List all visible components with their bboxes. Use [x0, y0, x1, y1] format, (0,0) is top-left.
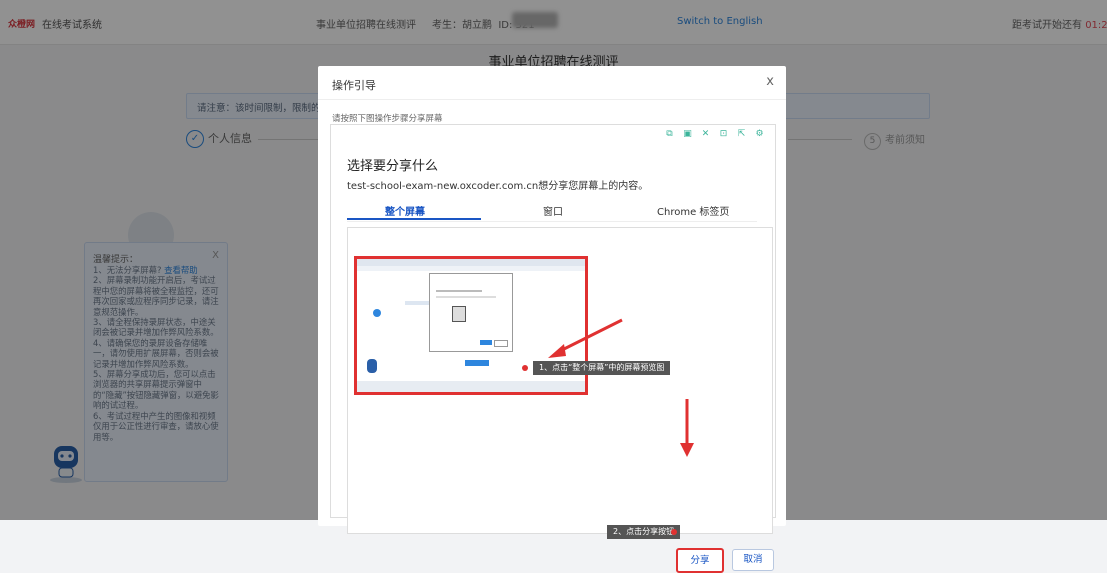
thumb-robot: [367, 359, 377, 373]
modal-title: 操作引导: [332, 79, 376, 92]
save-icon: ▣: [683, 129, 692, 139]
export-icon: ⇱: [737, 129, 746, 139]
share-tabs: 整个屏幕 窗口 Chrome 标签页: [347, 201, 757, 222]
screen-preview-area: 1、点击“整个屏幕”中的屏幕预览图 2、点击分享按钮: [347, 227, 773, 539]
thumb-button: [494, 340, 508, 347]
thumb-line: [436, 296, 496, 298]
thumb-button: [480, 340, 492, 345]
share-button[interactable]: 分享: [676, 548, 724, 573]
thumb-address-bar: [357, 266, 585, 271]
arrow-icon: [548, 318, 623, 358]
settings-icon: ⚙: [755, 129, 764, 139]
frame-icon: ⊡: [719, 129, 728, 139]
dialog-heading: 选择要分享什么: [347, 159, 439, 174]
marker-dot: [522, 365, 528, 371]
tab-window[interactable]: 窗口: [543, 203, 563, 218]
thumb-button: [465, 360, 489, 366]
step2-callout: 2、点击分享按钮: [607, 525, 681, 539]
copy-icon: ⧉: [666, 129, 673, 139]
modal-instruction: 请按照下图操作步骤分享屏幕: [332, 114, 443, 124]
close-icon[interactable]: x: [766, 74, 774, 89]
operation-guide-modal: 操作引导 x 请按照下图操作步骤分享屏幕 ⧉ ▣ ✕ ⊡ ⇱ ⚙ 选择要分享什么…: [318, 66, 786, 573]
cancel-button[interactable]: 取消: [732, 549, 774, 571]
tab-chrome-tab[interactable]: Chrome 标签页: [657, 203, 729, 218]
capture-toolbar: ⧉ ▣ ✕ ⊡ ⇱ ⚙: [664, 129, 765, 143]
tab-entire-screen[interactable]: 整个屏幕: [385, 203, 425, 218]
thumb-browser-bar: [357, 259, 585, 266]
thumb-preview: [452, 306, 466, 322]
divider: [318, 99, 786, 100]
thumb-dialog: [429, 273, 513, 352]
thumb-line: [436, 290, 482, 292]
dialog-subtitle: test-school-exam-new.oxcoder.com.cn想分享您屏…: [347, 181, 649, 192]
arrow-down-icon: [680, 399, 694, 457]
share-screen-dialog-illustration: ⧉ ▣ ✕ ⊡ ⇱ ⚙ 选择要分享什么 test-school-exam-new…: [330, 124, 776, 573]
thumb-step-dot: [373, 309, 381, 317]
marker-dot: [671, 529, 677, 535]
active-tab-indicator: [347, 218, 481, 220]
step1-callout: 1、点击“整个屏幕”中的屏幕预览图: [533, 361, 671, 375]
cross-icon: ✕: [701, 129, 710, 139]
thumb-taskbar: [357, 381, 585, 392]
